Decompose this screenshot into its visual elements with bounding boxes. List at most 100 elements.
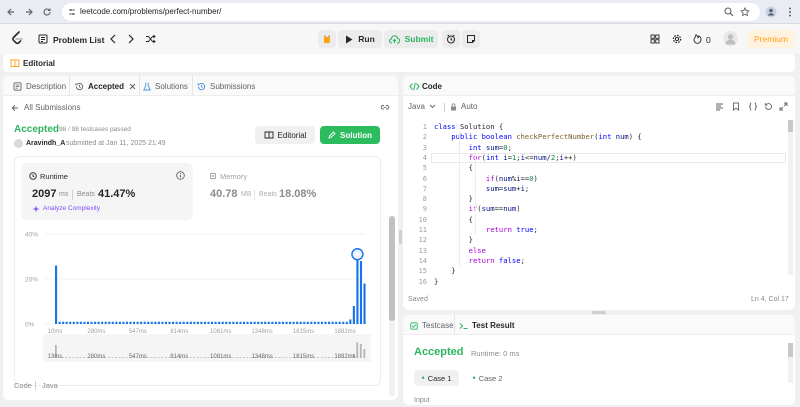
scrollbar-thumb[interactable] [389,216,395,321]
horizontal-resize-handle[interactable] [592,311,606,314]
share-link-icon[interactable] [380,103,390,111]
forward-arrow-icon[interactable] [22,5,36,19]
left-panel-scrollbar[interactable] [389,216,395,396]
bookmark-icon[interactable] [732,102,740,111]
runtime-distribution-chart[interactable]: 40%20%0%10ms 280ms 547ms 814ms 1081ms 1348ms 1… [23,226,375,381]
layout-grid-icon[interactable] [650,34,660,44]
submit-button[interactable]: Submit [384,30,438,48]
profile-icon[interactable] [764,5,778,19]
run-button[interactable]: Run [338,30,382,48]
tab-divider [69,76,70,96]
minimap-bar [62,357,64,358]
tab-submissions[interactable]: Submissions [197,82,255,91]
bookmark-star-icon[interactable] [740,7,750,17]
fullscreen-icon[interactable] [779,102,788,111]
reload-icon[interactable] [40,5,54,19]
code-line[interactable]: } [434,266,455,276]
code-line[interactable]: for(int i=1;i<=num/2;i++) [434,153,577,163]
tab-testcase[interactable]: Testcase [410,321,454,330]
shuffle-icon[interactable] [145,34,156,44]
code-token: ; [520,255,525,265]
address-bar[interactable]: leetcode.com/problems/perfect-number/ [62,3,760,21]
solution-button[interactable]: Solution [320,126,380,144]
site-info-icon[interactable] [68,8,76,16]
runtime-card[interactable]: Runtime 2097 ms Beats 41.47% Analyze Com… [21,163,193,220]
problem-list-label[interactable]: Problem List [53,35,104,45]
user-avatar[interactable] [723,31,738,46]
tab-solutions[interactable]: Solutions [143,82,188,91]
premium-button[interactable]: Premium [747,30,795,48]
braces-icon[interactable] [748,102,758,111]
chart-bar [136,321,139,324]
close-tab-icon[interactable] [129,83,136,90]
code-line[interactable]: return true; [434,225,538,235]
chart-bar [186,321,189,324]
reset-code-icon[interactable] [764,102,773,111]
lock-icon [451,102,456,110]
code-line[interactable]: } [434,277,438,287]
code-line[interactable]: if(num%i==0) [434,174,538,184]
code-line[interactable]: public boolean checkPerfectNumber(int nu… [434,132,641,142]
tab-test-result[interactable]: Test Result [459,321,515,330]
streak-fire-icon[interactable] [693,34,702,44]
author-avatar[interactable] [14,139,23,148]
code-line[interactable]: class Solution { [434,122,503,132]
vertical-resize-handle[interactable] [399,230,402,244]
code-line[interactable]: } [434,235,473,245]
terminal-icon [459,322,468,329]
line-number: 2 [422,133,427,142]
case-1-button[interactable]: • Case 1 [414,370,459,386]
analyze-complexity-link[interactable]: Analyze Complexity [43,205,100,212]
editorial-strip-label[interactable]: Editorial [23,59,55,68]
history-clock-icon [75,82,84,91]
code-brackets-icon [409,82,420,91]
tab-accepted[interactable]: Accepted [75,82,136,91]
chart-bar [228,321,231,324]
minimap-bar [72,357,75,358]
code-line[interactable]: return false; [434,256,525,266]
minimap-bar [150,357,153,358]
test-panel-scrollbar[interactable] [788,343,793,383]
browser-menu-icon[interactable] [783,5,797,19]
autocomplete-mode[interactable]: Auto [450,102,477,111]
problem-list-icon[interactable] [38,34,48,44]
code-token: int [485,152,504,162]
code-line[interactable]: if(sum==num) [434,204,521,214]
code-line[interactable]: int sum=0; [434,143,512,153]
line-number: 10 [418,215,427,224]
editorial-button[interactable]: Editorial [255,126,315,144]
scrollbar-thumb[interactable] [788,120,793,132]
memory-label: Memory [220,172,248,181]
info-icon[interactable] [176,171,185,180]
debug-button[interactable] [318,30,336,48]
app-header: Problem List Run Submit 0 Premium [0,24,800,54]
code-line[interactable]: } [434,194,473,204]
editor-scrollbar[interactable] [788,120,793,275]
settings-gear-icon[interactable] [672,34,682,44]
zoom-icon[interactable] [724,7,734,17]
back-arrow-icon[interactable] [4,5,18,19]
chart-bar [306,321,309,324]
author-name[interactable]: Aravindh_A [26,140,65,147]
notes-button[interactable] [462,30,480,48]
next-problem-icon[interactable] [127,34,135,44]
code-line[interactable]: sum=sum+i; [434,184,529,194]
code-token: == [520,173,530,183]
language-select[interactable]: Java [408,102,436,111]
case-2-button[interactable]: • Case 2 [465,370,510,386]
leetcode-logo-icon[interactable] [11,31,23,45]
timer-button[interactable] [442,30,460,48]
all-submissions-link[interactable]: All Submissions [11,103,80,112]
code-line[interactable]: { [434,163,473,173]
code-editor[interactable]: 1 class Solution {2 public boolean checkP… [403,120,795,290]
alarm-clock-icon [447,34,455,44]
code-line[interactable]: { [434,215,473,225]
chart-bar [58,321,61,324]
scrollbar-thumb[interactable] [788,343,793,357]
prev-problem-icon[interactable] [109,34,117,44]
format-code-icon[interactable] [715,103,724,111]
chart-bar [189,321,192,324]
tab-description[interactable]: Description [13,82,66,91]
memory-card[interactable]: Memory 40.78 MB Beats 18.08% [201,163,373,220]
chart-bar [65,321,68,324]
